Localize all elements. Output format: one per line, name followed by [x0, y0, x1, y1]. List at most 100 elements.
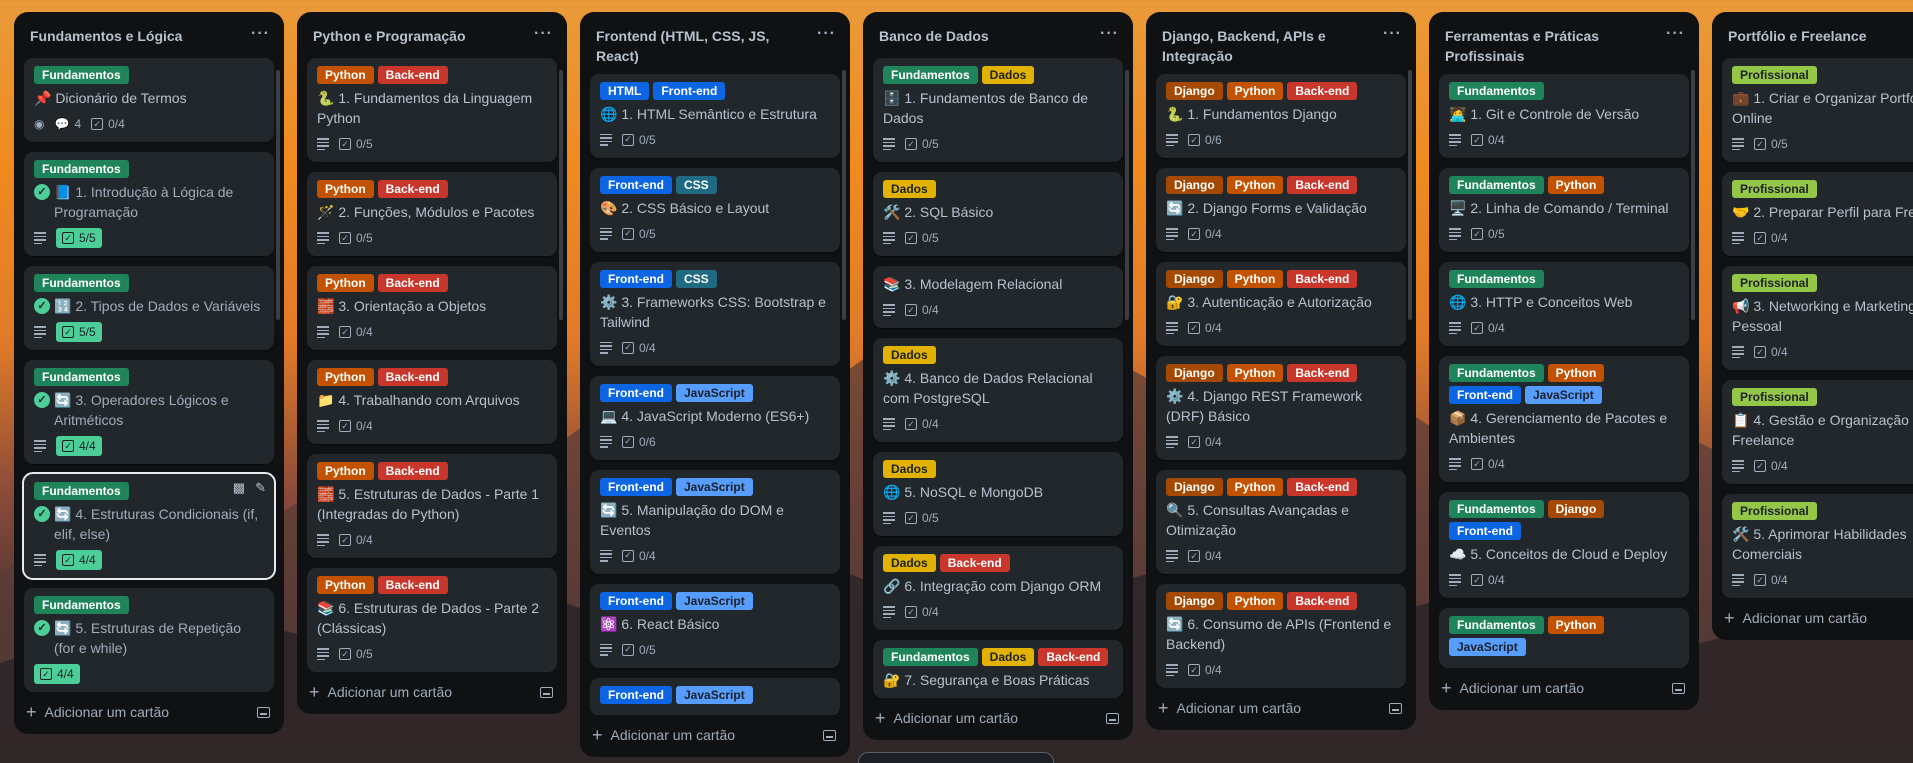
- label-badge[interactable]: Front-end: [600, 685, 672, 704]
- archive-icon[interactable]: ▩: [233, 480, 245, 496]
- card[interactable]: Dados 🌐 5. NoSQL e MongoDB ✓ 0/5: [873, 452, 1123, 536]
- edit-icon[interactable]: ✎: [255, 480, 266, 496]
- label-badge[interactable]: Back-end: [939, 554, 1010, 572]
- card[interactable]: Front-end JavaScript 🔄 5. Manipulação do D…: [590, 469, 840, 574]
- label-badge[interactable]: JavaScript: [676, 477, 753, 496]
- label-badge[interactable]: Fundamentos: [883, 66, 978, 84]
- label-badge[interactable]: Fundamentos: [1449, 270, 1544, 288]
- list-menu-icon[interactable]: ···: [1100, 26, 1119, 42]
- complete-check-icon[interactable]: ✓: [34, 392, 50, 408]
- label-badge[interactable]: Profissional: [1732, 66, 1817, 84]
- card[interactable]: Fundamentos 🌐 3. HTTP e Conceitos Web ✓ 0/4: [1439, 262, 1689, 346]
- label-badge[interactable]: Fundamentos: [883, 648, 978, 666]
- label-badge[interactable]: Front-end: [600, 175, 672, 194]
- card[interactable]: Python Back-end 🧱 5. Estruturas de Dados -…: [307, 454, 557, 558]
- label-badge[interactable]: Python: [1226, 176, 1284, 194]
- label-badge[interactable]: Python: [317, 180, 374, 198]
- label-badge[interactable]: Dados: [883, 554, 936, 572]
- card[interactable]: Django Python Back-end 🐍 1. Fundamentos Dja…: [1156, 74, 1406, 158]
- label-badge[interactable]: Profissional: [1732, 274, 1817, 292]
- card[interactable]: Django Python Back-end 🔄 2. Django Forms e …: [1156, 168, 1406, 252]
- label-badge[interactable]: Fundamentos: [34, 368, 129, 386]
- card[interactable]: Profissional 🛠️ 5. Aprimorar Habilidades …: [1722, 494, 1913, 598]
- label-badge[interactable]: JavaScript: [676, 685, 753, 704]
- card[interactable]: 📚 3. Modelagem Relacional ✓ 0/4: [873, 266, 1123, 328]
- label-badge[interactable]: Dados: [981, 66, 1035, 84]
- complete-check-icon[interactable]: ✓: [34, 184, 50, 200]
- card[interactable]: Front-end CSS ⚙️ 3. Frameworks CSS: Bootst…: [590, 261, 840, 366]
- board-switcher-tab[interactable]: [858, 752, 1054, 763]
- add-card-button[interactable]: + Adicionar um cartão: [1439, 679, 1584, 697]
- add-card-button[interactable]: + Adicionar um cartão: [1156, 699, 1301, 717]
- label-badge[interactable]: Python: [1547, 616, 1605, 634]
- add-card-button[interactable]: + Adicionar um cartão: [873, 709, 1018, 727]
- card[interactable]: Fundamentos 📌 Dicionário de Termos ◉ 💬 4 ✓ 0/4: [24, 58, 274, 142]
- card[interactable]: Profissional 📢 3. Networking e Marketing …: [1722, 266, 1913, 370]
- label-badge[interactable]: Front-end: [600, 591, 672, 610]
- label-badge[interactable]: CSS: [676, 175, 717, 194]
- label-badge[interactable]: Dados: [883, 346, 936, 364]
- label-badge[interactable]: Fundamentos: [34, 596, 129, 614]
- add-card-button[interactable]: + Adicionar um cartão: [24, 703, 169, 721]
- label-badge[interactable]: Dados: [883, 460, 936, 478]
- label-badge[interactable]: JavaScript: [676, 383, 753, 402]
- card[interactable]: HTML Front-end 🌐 1. HTML Semântico e Estru…: [590, 73, 840, 158]
- template-icon[interactable]: [540, 686, 553, 698]
- card[interactable]: Front-end JavaScript 💻 4. JavaScript Moder…: [590, 375, 840, 460]
- label-badge[interactable]: Python: [317, 576, 374, 594]
- card[interactable]: Fundamentos ✓ 🔄 3. Operadores Lógicos e Ar…: [24, 360, 274, 464]
- label-badge[interactable]: Back-end: [1287, 176, 1358, 194]
- card[interactable]: Fundamentos Python Front-end JavaScript 📦 4.…: [1439, 356, 1689, 482]
- card[interactable]: Fundamentos Python JavaScript: [1439, 608, 1689, 668]
- card[interactable]: Fundamentos ✓ 📘 1. Introdução à Lógica de …: [24, 152, 274, 256]
- label-badge[interactable]: Fundamentos: [34, 66, 129, 84]
- label-badge[interactable]: Back-end: [1287, 82, 1358, 100]
- card[interactable]: Fundamentos Django Front-end ☁️ 5. Conceito…: [1439, 492, 1689, 598]
- card[interactable]: Django Python Back-end ⚙️ 4. Django REST Fr…: [1156, 356, 1406, 460]
- card[interactable]: Profissional 🤝 2. Preparar Perfil para Fr…: [1722, 172, 1913, 256]
- label-badge[interactable]: Fundamentos: [34, 160, 129, 178]
- card[interactable]: Fundamentos Python 🖥️ 2. Linha de Comando …: [1439, 168, 1689, 252]
- label-badge[interactable]: Python: [317, 368, 374, 386]
- list-menu-icon[interactable]: ···: [817, 26, 836, 42]
- add-card-button[interactable]: + Adicionar um cartão: [590, 726, 735, 744]
- list-scrollbar[interactable]: [1125, 70, 1129, 320]
- list-menu-icon[interactable]: ···: [534, 26, 553, 42]
- label-badge[interactable]: Front-end: [1449, 386, 1521, 404]
- list-title[interactable]: Ferramentas e Práticas Profissinais: [1445, 26, 1645, 66]
- card[interactable]: Python Back-end 🧱 3. Orientação a Objetos ✓…: [307, 266, 557, 350]
- label-badge[interactable]: Django: [1166, 364, 1223, 382]
- label-badge[interactable]: JavaScript: [1525, 386, 1602, 404]
- card[interactable]: ▩ ✎ Fundamentos ✓ 🔄 4. Estruturas Condicion…: [22, 472, 276, 580]
- label-badge[interactable]: Fundamentos: [1449, 176, 1544, 194]
- label-badge[interactable]: Profissional: [1732, 502, 1817, 520]
- card[interactable]: Dados Back-end 🔗 6. Integração com Django …: [873, 546, 1123, 630]
- list-scrollbar[interactable]: [1408, 70, 1412, 320]
- label-badge[interactable]: Profissional: [1732, 388, 1817, 406]
- card[interactable]: Python Back-end 🐍 1. Fundamentos da Lingua…: [307, 58, 557, 162]
- label-badge[interactable]: Back-end: [1038, 648, 1109, 666]
- label-badge[interactable]: Fundamentos: [34, 274, 129, 292]
- label-badge[interactable]: Fundamentos: [34, 482, 129, 500]
- label-badge[interactable]: Python: [1226, 270, 1284, 288]
- label-badge[interactable]: Fundamentos: [1449, 616, 1544, 634]
- list-title[interactable]: Django, Backend, APIs e Integração: [1162, 26, 1362, 66]
- label-badge[interactable]: Python: [1226, 364, 1284, 382]
- label-badge[interactable]: Front-end: [600, 477, 672, 496]
- label-badge[interactable]: Back-end: [1287, 478, 1358, 496]
- list-title[interactable]: Frontend (HTML, CSS, JS, React): [596, 26, 796, 66]
- add-card-button[interactable]: + Adicionar um cartão: [1722, 609, 1867, 627]
- template-icon[interactable]: [823, 729, 836, 741]
- template-icon[interactable]: [1672, 682, 1685, 694]
- label-badge[interactable]: Django: [1166, 270, 1223, 288]
- template-icon[interactable]: [1106, 712, 1119, 724]
- label-badge[interactable]: Python: [1547, 176, 1605, 194]
- card[interactable]: Fundamentos ✓ 🔄 5. Estruturas de Repetição…: [24, 588, 274, 692]
- list-scrollbar[interactable]: [276, 70, 280, 320]
- label-badge[interactable]: Python: [1226, 592, 1284, 610]
- label-badge[interactable]: Python: [1547, 364, 1605, 382]
- label-badge[interactable]: Back-end: [377, 66, 448, 84]
- label-badge[interactable]: Front-end: [600, 383, 672, 402]
- label-badge[interactable]: Django: [1547, 500, 1605, 518]
- label-badge[interactable]: Python: [317, 462, 374, 480]
